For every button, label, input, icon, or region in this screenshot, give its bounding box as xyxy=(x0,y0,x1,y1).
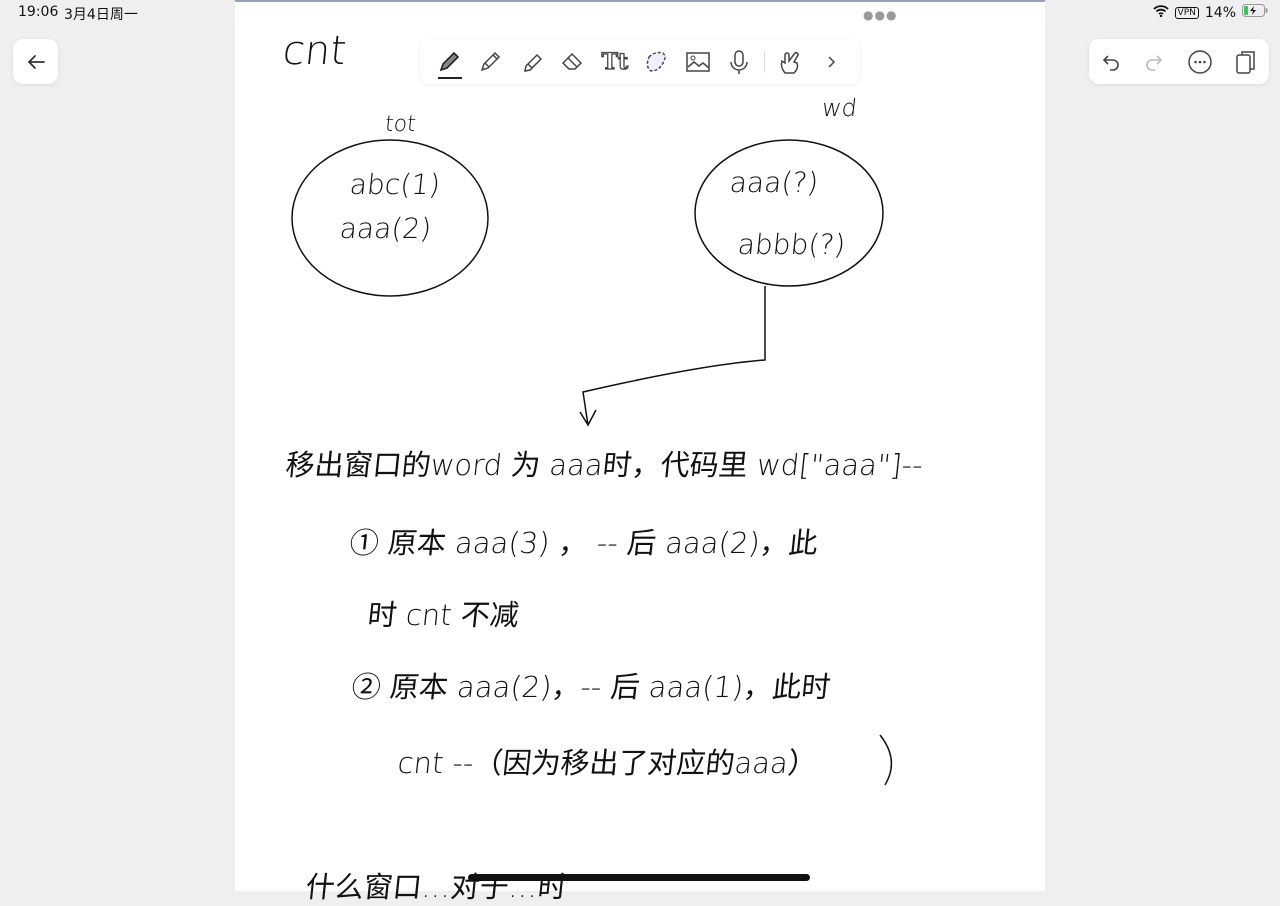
undo-icon[interactable] xyxy=(1100,51,1122,73)
pen-icon xyxy=(439,51,459,71)
note-line: ② 原本 aaa(2)，-- 后 aaa(1)，此时 xyxy=(350,670,833,704)
lasso-tool[interactable] xyxy=(639,45,673,79)
closing-paren xyxy=(879,734,893,786)
tot-item: aaa(2) xyxy=(338,212,433,245)
pencil-tool[interactable] xyxy=(473,45,507,79)
note-line: 时 cnt 不减 xyxy=(366,598,521,632)
lasso-icon xyxy=(647,51,667,72)
wd-item: aaa(?) xyxy=(728,166,820,199)
expand-toolbar-button[interactable] xyxy=(814,45,848,79)
tot-label: tot xyxy=(383,112,418,137)
wd-item: abbb(?) xyxy=(736,228,847,261)
note-title: cnt xyxy=(280,28,349,74)
eraser-icon xyxy=(562,52,583,70)
document-actions xyxy=(1089,39,1269,84)
back-button[interactable] xyxy=(13,39,58,84)
note-line: cnt --（因为移出了对应的aaa） xyxy=(396,746,819,780)
eraser-tool[interactable] xyxy=(556,45,590,79)
highlighter-icon xyxy=(523,53,542,72)
wd-circle xyxy=(694,139,884,287)
note-line: 什么窗口…对于…时 xyxy=(304,870,569,904)
chevron-right-icon xyxy=(828,55,836,68)
touch-mode-tool[interactable] xyxy=(773,45,807,79)
hand-touch-icon xyxy=(780,51,799,74)
text-tool[interactable]: Tt xyxy=(598,45,632,79)
pages-icon[interactable] xyxy=(1234,49,1258,75)
home-indicator[interactable] xyxy=(468,874,810,881)
pen-tool[interactable] xyxy=(432,45,466,79)
microphone-icon xyxy=(730,49,749,74)
redo-icon[interactable] xyxy=(1143,51,1165,73)
toolbar-divider xyxy=(764,50,766,73)
tot-item: abc(1) xyxy=(348,168,442,201)
microphone-tool[interactable] xyxy=(722,45,756,79)
note-line: ① 原本 aaa(3) ， -- 后 aaa(2)，此 xyxy=(348,526,820,560)
highlighter-tool[interactable] xyxy=(515,45,549,79)
pencil-icon xyxy=(481,51,501,71)
text-tool-icon: Tt xyxy=(601,48,629,75)
image-icon xyxy=(686,51,710,72)
image-tool[interactable] xyxy=(681,45,715,79)
note-line: 移出窗口的word 为 aaa时，代码里 wd["aaa"]-- xyxy=(284,448,925,482)
drawing-toolbar: Tt xyxy=(420,39,860,84)
ellipsis-circle-icon[interactable] xyxy=(1187,49,1213,75)
arrow-line xyxy=(579,286,766,427)
arrow-left-icon xyxy=(27,54,45,69)
wd-label: wd xyxy=(820,94,859,122)
